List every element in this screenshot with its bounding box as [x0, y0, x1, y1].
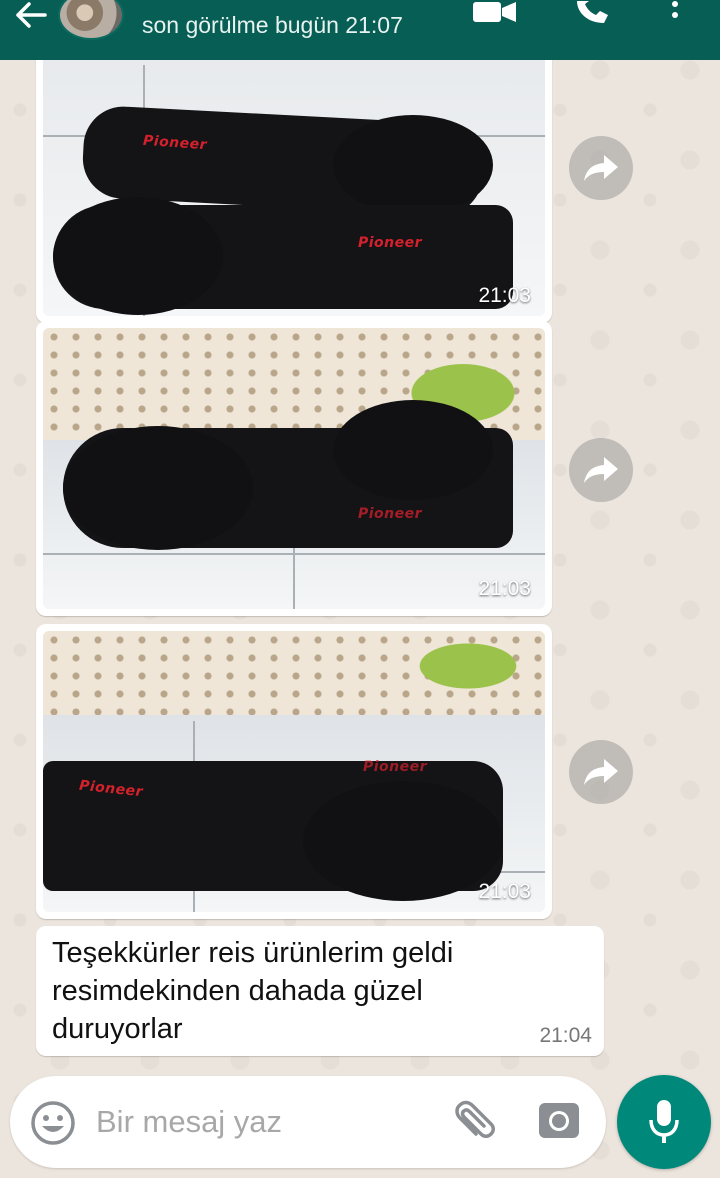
last-seen-status: son görülme bugün 21:07 — [142, 12, 403, 38]
message-text: Teşekkürler reis ürünlerim geldi resimde… — [52, 937, 454, 1045]
image-message[interactable]: Pioneer Pioneer 21:03 — [36, 28, 552, 323]
message-time: 21:03 — [478, 284, 531, 307]
message-time: 21:04 — [539, 1024, 592, 1047]
message-time: 21:03 — [478, 880, 531, 903]
forward-icon[interactable] — [569, 740, 633, 804]
forward-icon[interactable] — [569, 438, 633, 502]
speaker-bag-round — [63, 426, 253, 550]
text-message[interactable]: Teşekkürler reis ürünlerim geldi resimde… — [36, 926, 604, 1056]
tile-line — [43, 553, 545, 555]
attach-icon[interactable] — [450, 1098, 498, 1146]
emoji-icon[interactable] — [30, 1100, 76, 1146]
speaker-bag-round — [333, 115, 493, 215]
brand-label: Pioneer — [358, 235, 423, 251]
image-message[interactable]: Pioneer Pioneer 21:03 — [36, 624, 552, 919]
message-input[interactable] — [96, 1100, 436, 1144]
speaker-bag-photo[interactable]: Pioneer Pioneer 21:03 — [43, 35, 545, 316]
camera-icon[interactable] — [538, 1100, 584, 1146]
brand-label: Pioneer — [363, 759, 428, 775]
speaker-bag-round — [333, 400, 493, 500]
speaker-bag-photo[interactable]: Pioneer Pioneer 21:03 — [43, 631, 545, 912]
phone-call-icon[interactable] — [572, 0, 612, 26]
plant-leaves — [393, 631, 543, 701]
speaker-bag-round — [303, 781, 503, 901]
more-options-icon[interactable] — [660, 0, 690, 26]
microphone-icon[interactable] — [617, 1075, 711, 1169]
brand-label: Pioneer — [358, 506, 423, 522]
chat-header: son görülme bugün 21:07 — [0, 0, 720, 60]
image-message[interactable]: Pioneer 21:03 — [36, 321, 552, 616]
speaker-bag-photo[interactable]: Pioneer 21:03 — [43, 328, 545, 609]
contact-avatar[interactable] — [58, 0, 124, 40]
video-call-icon[interactable] — [472, 0, 518, 26]
message-time: 21:03 — [478, 577, 531, 600]
back-arrow-icon[interactable] — [10, 0, 50, 30]
message-composer — [10, 1076, 606, 1168]
forward-icon[interactable] — [569, 136, 633, 200]
speaker-bag-round — [53, 197, 223, 315]
